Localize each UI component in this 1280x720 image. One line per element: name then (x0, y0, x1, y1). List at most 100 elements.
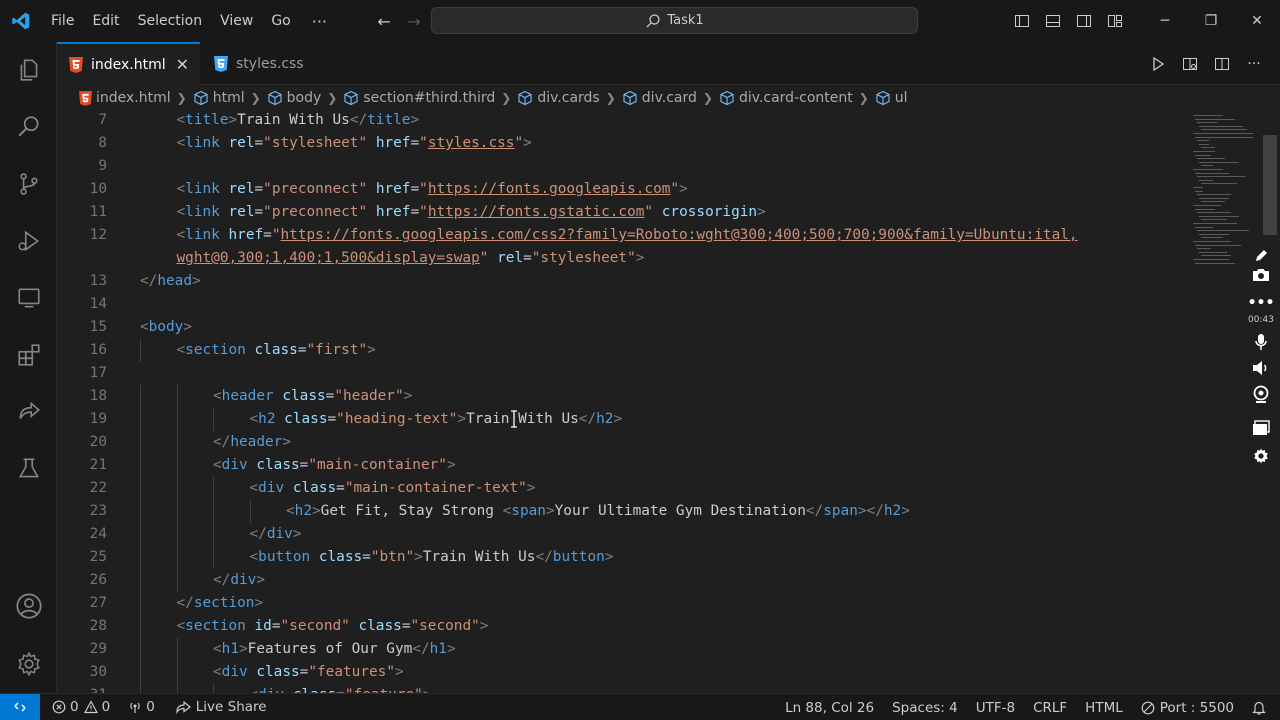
remote-indicator[interactable] (0, 693, 40, 720)
code-line[interactable]: 25 <button class="btn">Train With Us</but… (57, 546, 1187, 569)
code-line[interactable]: 19 <h2 class="heading-text">Train With Us… (57, 408, 1187, 431)
minimap-line (1193, 187, 1203, 188)
code-line[interactable]: 31 <div class="feature"> (57, 684, 1187, 693)
breadcrumb-item[interactable]: div.card-content (719, 90, 853, 106)
live-share-button[interactable]: Live Share (169, 694, 273, 720)
line-number: 31 (57, 684, 107, 693)
code-line[interactable]: 8 <link rel="stylesheet" href="styles.css… (57, 132, 1187, 155)
breadcrumb-item[interactable]: div.card (622, 90, 697, 106)
tab-styles-css[interactable]: styles.css (202, 42, 322, 85)
code-line[interactable]: 26 </div> (57, 569, 1187, 592)
code-line[interactable]: 15 <body> (57, 316, 1187, 339)
code-line[interactable]: 21 <div class="main-container"> (57, 454, 1187, 477)
webcam-icon[interactable] (1247, 385, 1275, 403)
text-cursor-icon (510, 410, 517, 428)
breadcrumb-item[interactable]: index.html (79, 90, 171, 106)
window-capture-icon[interactable] (1247, 420, 1275, 436)
accounts-icon[interactable] (0, 582, 57, 630)
extensions-icon[interactable] (0, 331, 57, 379)
code-line[interactable]: 18 <header class="header"> (57, 385, 1187, 408)
microphone-icon[interactable] (1247, 333, 1275, 351)
toggle-panel-icon[interactable] (1037, 13, 1068, 29)
search-label: Task1 (667, 13, 704, 28)
line-number: 7 (98, 112, 107, 128)
notifications-bell-icon[interactable] (1243, 694, 1280, 720)
toggle-primary-sidebar-icon[interactable] (1006, 13, 1037, 29)
breadcrumb-item[interactable]: ul (875, 90, 908, 106)
minimap-line (1197, 176, 1245, 178)
minimap[interactable] (1187, 111, 1253, 693)
code-line[interactable]: 12 <link href="https://fonts.googleapis.c… (57, 224, 1187, 247)
menu-edit[interactable]: Edit (83, 0, 128, 42)
code-line[interactable]: 20 </header> (57, 431, 1187, 454)
code-line[interactable]: 11 <link rel="preconnect" href="https://f… (57, 201, 1187, 224)
run-and-debug-icon[interactable] (0, 217, 57, 265)
breadcrumb-item[interactable]: html (193, 90, 245, 106)
menu-file[interactable]: File (42, 0, 83, 42)
ports-indicator[interactable]: 0 (122, 694, 161, 720)
end-of-line[interactable]: CRLF (1024, 694, 1076, 720)
minimize-icon[interactable]: ─ (1142, 0, 1188, 42)
code-line[interactable]: 29 <h1>Features of Our Gym</h1> (57, 638, 1187, 661)
breadcrumb-item[interactable]: body (267, 90, 321, 106)
minimap-line (1193, 241, 1231, 242)
menu-go[interactable]: Go (262, 0, 299, 42)
split-editor-icon[interactable] (1206, 56, 1238, 72)
code-line[interactable]: 27 </section> (57, 592, 1187, 615)
speaker-icon[interactable] (1247, 360, 1275, 376)
explorer-icon[interactable] (0, 46, 57, 94)
language-mode[interactable]: HTML (1076, 694, 1132, 720)
code-line[interactable]: 14 (57, 293, 1187, 316)
customize-layout-icon[interactable] (1099, 13, 1130, 29)
forward-arrow-icon[interactable]: → (399, 12, 429, 31)
camera-icon[interactable] (1247, 267, 1275, 283)
live-server-port[interactable]: Port : 5500 (1132, 694, 1243, 720)
open-changes-icon[interactable] (1174, 56, 1206, 72)
code-line[interactable]: 30 <div class="features"> (57, 661, 1187, 684)
code-text: <section class="first"> (176, 342, 376, 358)
pen-icon[interactable] (1247, 249, 1275, 263)
indentation[interactable]: Spaces: 4 (883, 694, 967, 720)
code-line[interactable]: 7 <title>Train With Us</title> (57, 111, 1187, 132)
vertical-scrollbar[interactable] (1263, 135, 1277, 235)
cursor-position[interactable]: Ln 88, Col 26 (776, 694, 883, 720)
manage-gear-icon[interactable] (0, 640, 57, 688)
breadcrumb-item[interactable]: div.cards (517, 90, 600, 106)
line-number: 11 (89, 204, 107, 220)
run-icon[interactable] (1142, 56, 1174, 72)
encoding[interactable]: UTF-8 (967, 694, 1024, 720)
code-editor[interactable]: 7 <title>Train With Us</title> 8 <link rel=… (57, 111, 1187, 693)
menu-more-icon[interactable]: ··· (300, 12, 339, 31)
command-center-search[interactable]: Task1 (431, 7, 918, 34)
more-actions-icon[interactable]: ··· (1238, 56, 1270, 72)
indent-guide (176, 431, 178, 454)
live-share-view-icon[interactable] (0, 388, 57, 436)
recorder-settings-gear-icon[interactable] (1247, 447, 1275, 465)
code-line[interactable]: 16 <section class="first"> (57, 339, 1187, 362)
source-control-icon[interactable] (0, 160, 57, 208)
code-line[interactable]: 9 (57, 155, 1187, 178)
code-line[interactable]: 22 <div class="main-container-text"> (57, 477, 1187, 500)
code-line[interactable]: wght@0,300;1,400;1,500&display=swap" rel… (57, 247, 1187, 270)
breadcrumb-item[interactable]: section#third.third (343, 90, 495, 106)
menu-selection[interactable]: Selection (129, 0, 212, 42)
code-line[interactable]: 10 <link rel="preconnect" href="https://f… (57, 178, 1187, 201)
minimap-line (1201, 237, 1223, 239)
code-line[interactable]: 17 (57, 362, 1187, 385)
tab-index-html[interactable]: index.html ✕ (57, 42, 200, 85)
close-tab-icon[interactable]: ✕ (176, 55, 189, 74)
testing-icon[interactable] (0, 445, 57, 493)
problems-indicator[interactable]: 0 0 (46, 694, 116, 720)
code-line[interactable]: 23 <h2>Get Fit, Stay Strong <span>Your Ul… (57, 500, 1187, 523)
menu-view[interactable]: View (211, 0, 262, 42)
back-arrow-icon[interactable]: ← (369, 12, 399, 31)
restore-icon[interactable]: ❐ (1188, 0, 1234, 42)
search-view-icon[interactable] (0, 103, 57, 151)
recorder-more-icon[interactable]: ••• (1247, 295, 1275, 311)
close-window-icon[interactable]: ✕ (1234, 0, 1280, 42)
code-line[interactable]: 13 </head> (57, 270, 1187, 293)
code-line[interactable]: 24 </div> (57, 523, 1187, 546)
code-line[interactable]: 28 <section id="second" class="second"> (57, 615, 1187, 638)
toggle-secondary-sidebar-icon[interactable] (1068, 13, 1099, 29)
remote-explorer-icon[interactable] (0, 274, 57, 322)
